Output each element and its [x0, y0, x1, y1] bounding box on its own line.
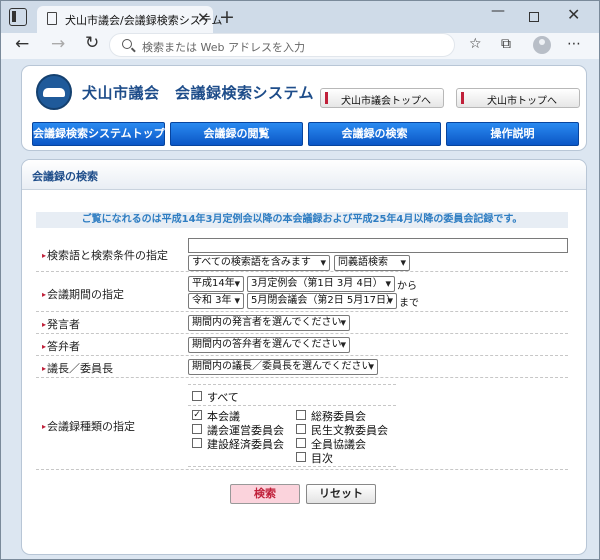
city-top-link-label: 犬山市トップへ	[487, 96, 557, 107]
tab-actions-icon[interactable]	[9, 8, 27, 26]
favorites-icon[interactable]: ☆	[469, 36, 482, 52]
synonym-select[interactable]: 同義語検索	[334, 255, 410, 271]
search-button[interactable]: 検索	[230, 484, 300, 504]
checkbox-all-label: すべて	[207, 391, 239, 404]
checkbox-plenary-box[interactable]: ✓	[192, 410, 202, 420]
browser-toolbar: ← → ↻ 検索または Web アドレスを入力 ☆ ⧉ ⋯	[1, 33, 599, 59]
more-menu-icon[interactable]: ⋯	[567, 36, 581, 52]
panel-heading: 会議録の検索	[22, 160, 586, 190]
keyword-input[interactable]	[188, 238, 568, 253]
council-top-link-label: 犬山市議会トップへ	[341, 96, 431, 107]
to-session-select[interactable]: 5月閉会議会（第2日 5月17日）	[247, 293, 397, 309]
chair-select[interactable]: 期間内の議長／委員長を選んでください	[188, 359, 378, 375]
panel-heading-text: 会議録の検索	[32, 170, 98, 183]
checkbox-construction-label: 建設経済委員会	[207, 438, 284, 451]
browser-window: 犬山市議会/会議録検索システム ✕ + — ✕ ← → ↻ 検索または Web …	[0, 0, 600, 560]
address-placeholder: 検索または Web アドレスを入力	[142, 41, 305, 54]
back-icon[interactable]: ←	[15, 34, 29, 54]
from-session-select[interactable]: 3月定例会（第1日 3月 4日）	[247, 276, 395, 292]
reset-button[interactable]: リセット	[306, 484, 376, 504]
main-nav: 会議録検索システムトップ 会議録の閲覧 会議録の検索 操作説明	[32, 122, 580, 146]
checkbox-general-affairs-box[interactable]	[296, 410, 306, 420]
checkbox-index-label: 目次	[311, 452, 333, 465]
period-label: 会議期間の指定	[42, 286, 124, 302]
from-era-select[interactable]: 平成14年	[188, 276, 244, 292]
profile-avatar[interactable]	[533, 36, 551, 54]
from-suffix: から	[397, 281, 417, 292]
speaker-row: 発言者 期間内の発言者を選んでください	[36, 312, 568, 334]
search-icon	[122, 39, 132, 49]
availability-notice: ご覧になれるのは平成14年3月定例会以降の本会議録および平成25年4月以降の委員…	[36, 212, 568, 228]
nav-browse[interactable]: 会議録の閲覧	[170, 122, 303, 146]
answerer-select[interactable]: 期間内の答弁者を選んでください	[188, 337, 350, 353]
city-logo-icon	[36, 74, 72, 110]
chair-row: 議長／委員長 期間内の議長／委員長を選んでください	[36, 356, 568, 378]
close-tab-icon[interactable]: ✕	[197, 9, 210, 27]
to-suffix: まで	[399, 298, 419, 309]
reload-icon[interactable]: ↻	[85, 33, 99, 53]
checkbox-group-border	[188, 384, 396, 385]
condition-select[interactable]: すべての検索語を含みます	[188, 255, 330, 271]
tab-bar: 犬山市議会/会議録検索システム ✕ + — ✕	[1, 1, 599, 33]
nav-search[interactable]: 会議録の検索	[308, 122, 441, 146]
minimize-icon[interactable]: —	[491, 3, 505, 19]
chair-label: 議長／委員長	[42, 360, 113, 376]
new-tab-icon[interactable]: +	[219, 6, 235, 28]
browser-tab[interactable]: 犬山市議会/会議録検索システム ✕	[37, 6, 222, 33]
keyword-label: 検索語と検索条件の指定	[42, 247, 168, 263]
to-era-select[interactable]: 令和 3年	[188, 293, 244, 309]
window-close-icon[interactable]: ✕	[567, 5, 580, 24]
checkbox-steering-box[interactable]	[192, 424, 202, 434]
checkbox-welfare-box[interactable]	[296, 424, 306, 434]
checkbox-index-box[interactable]	[296, 452, 306, 462]
collections-icon[interactable]: ⧉	[501, 36, 511, 52]
search-panel: 会議録の検索 ご覧になれるのは平成14年3月定例会以降の本会議録および平成25年…	[21, 159, 587, 555]
nav-system-top[interactable]: 会議録検索システムトップ	[32, 122, 165, 146]
meeting-type-row: 会議録種類の指定 すべて ✓ 本会議 議会運営委員会 建設経済委	[36, 378, 568, 470]
answerer-row: 答弁者 期間内の答弁者を選んでください	[36, 334, 568, 356]
site-header: 犬山市議会 会議録検索システム 犬山市議会トップへ 犬山市トップへ 会議録検索シ…	[21, 65, 587, 151]
council-top-link[interactable]: 犬山市議会トップへ	[320, 88, 444, 108]
speaker-label: 発言者	[42, 316, 80, 332]
page-icon	[47, 12, 57, 25]
meeting-type-label: 会議録種類の指定	[42, 418, 135, 434]
checkbox-group-border	[188, 405, 396, 406]
forward-icon[interactable]: →	[51, 34, 65, 54]
keyword-row: 検索語と検索条件の指定 すべての検索語を含みます 同義語検索	[36, 236, 568, 272]
checkbox-all-box[interactable]	[192, 391, 202, 401]
site-title: 犬山市議会 会議録検索システム	[82, 84, 315, 102]
nav-help[interactable]: 操作説明	[446, 122, 579, 146]
maximize-icon[interactable]	[529, 12, 539, 22]
speaker-select[interactable]: 期間内の発言者を選んでください	[188, 315, 350, 331]
checkbox-group-border	[188, 466, 396, 467]
checkbox-all-members-box[interactable]	[296, 438, 306, 448]
answerer-label: 答弁者	[42, 338, 80, 354]
city-top-link[interactable]: 犬山市トップへ	[456, 88, 580, 108]
page-content: 犬山市議会 会議録検索システム 犬山市議会トップへ 犬山市トップへ 会議録検索シ…	[1, 59, 599, 559]
period-row: 会議期間の指定 平成14年 3月定例会（第1日 3月 4日） から 令和 3年 …	[36, 272, 568, 312]
address-bar[interactable]: 検索または Web アドレスを入力	[109, 33, 455, 57]
checkbox-construction-box[interactable]	[192, 438, 202, 448]
